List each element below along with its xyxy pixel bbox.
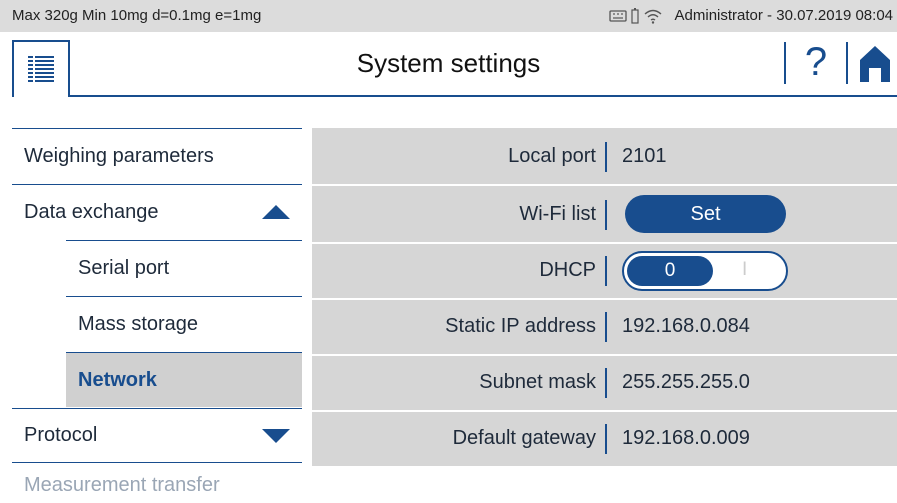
settings-panel: Local port 2101 Wi-Fi list Set DHCP 0 I … bbox=[312, 128, 897, 466]
nav-item-label: Protocol bbox=[24, 424, 98, 446]
nav-item-mass-storage[interactable]: Mass storage bbox=[66, 296, 302, 351]
nav-item-network[interactable]: Network bbox=[66, 352, 302, 407]
nav-item-label: Measurement transfer bbox=[24, 474, 220, 496]
setting-row-default-gateway[interactable]: Default gateway 192.168.0.009 bbox=[312, 410, 897, 466]
collapse-triangle-icon bbox=[262, 205, 290, 219]
default-gateway-value[interactable]: 192.168.0.009 bbox=[622, 410, 750, 466]
nav-item-label: Weighing parameters bbox=[24, 144, 214, 167]
battery-icon bbox=[630, 7, 639, 24]
header-separator bbox=[846, 42, 848, 84]
wifi-set-button[interactable]: Set bbox=[625, 195, 786, 233]
row-separator bbox=[605, 200, 607, 230]
setting-row-dhcp: DHCP 0 I bbox=[312, 242, 897, 298]
user-datetime: Administrator - 30.07.2019 08:04 bbox=[674, 7, 893, 24]
nav-item-label: Network bbox=[78, 368, 157, 391]
nav-item-label: Serial port bbox=[78, 256, 170, 279]
nav-item-weighing-parameters[interactable]: Weighing parameters bbox=[12, 128, 302, 183]
setting-label: Local port bbox=[508, 145, 596, 167]
local-port-value[interactable]: 2101 bbox=[622, 128, 667, 184]
wifi-icon bbox=[644, 9, 661, 24]
help-button[interactable]: ? bbox=[796, 38, 836, 86]
nav-item-label: Mass storage bbox=[78, 312, 199, 335]
dhcp-toggle[interactable]: 0 I bbox=[622, 251, 788, 291]
status-icons bbox=[608, 7, 663, 24]
toggle-off-state: 0 bbox=[627, 256, 713, 286]
status-right: Administrator - 30.07.2019 08:04 bbox=[608, 7, 893, 24]
nav-item-data-exchange[interactable]: Data exchange bbox=[12, 184, 302, 239]
row-separator bbox=[605, 368, 607, 398]
nav-item-serial-port[interactable]: Serial port bbox=[66, 240, 302, 295]
setting-label: Static IP address bbox=[445, 315, 596, 337]
header-separator bbox=[784, 42, 786, 84]
setting-row-static-ip[interactable]: Static IP address 192.168.0.084 bbox=[312, 298, 897, 354]
nav-item-measurement-transfer[interactable]: Measurement transfer bbox=[12, 468, 302, 503]
static-ip-value[interactable]: 192.168.0.084 bbox=[622, 298, 750, 354]
setting-label: DHCP bbox=[539, 259, 596, 281]
expand-triangle-icon bbox=[262, 428, 290, 443]
setting-row-subnet-mask[interactable]: Subnet mask 255.255.255.0 bbox=[312, 354, 897, 410]
page-title: System settings bbox=[356, 48, 541, 78]
header-divider bbox=[70, 95, 897, 97]
home-button[interactable] bbox=[858, 44, 892, 84]
setting-label: Wi-Fi list bbox=[519, 203, 596, 225]
nav-item-label: Data exchange bbox=[24, 200, 159, 223]
nav-item-protocol[interactable]: Protocol bbox=[12, 408, 302, 463]
row-separator bbox=[605, 142, 607, 172]
setting-label: Default gateway bbox=[452, 427, 596, 449]
status-bar: Max 320g Min 10mg d=0.1mg e=1mg Administ… bbox=[0, 0, 897, 32]
row-separator bbox=[605, 424, 607, 454]
subnet-mask-value[interactable]: 255.255.255.0 bbox=[622, 354, 750, 410]
home-icon bbox=[860, 46, 890, 82]
toggle-on-state: I bbox=[742, 259, 748, 280]
keyboard-icon bbox=[608, 9, 627, 22]
setting-row-wifi-list: Wi-Fi list Set bbox=[312, 186, 897, 242]
scale-info: Max 320g Min 10mg d=0.1mg e=1mg bbox=[12, 7, 262, 24]
setting-label: Subnet mask bbox=[479, 371, 596, 393]
setting-row-local-port[interactable]: Local port 2101 bbox=[312, 128, 897, 184]
row-separator bbox=[605, 256, 607, 286]
row-separator bbox=[605, 312, 607, 342]
